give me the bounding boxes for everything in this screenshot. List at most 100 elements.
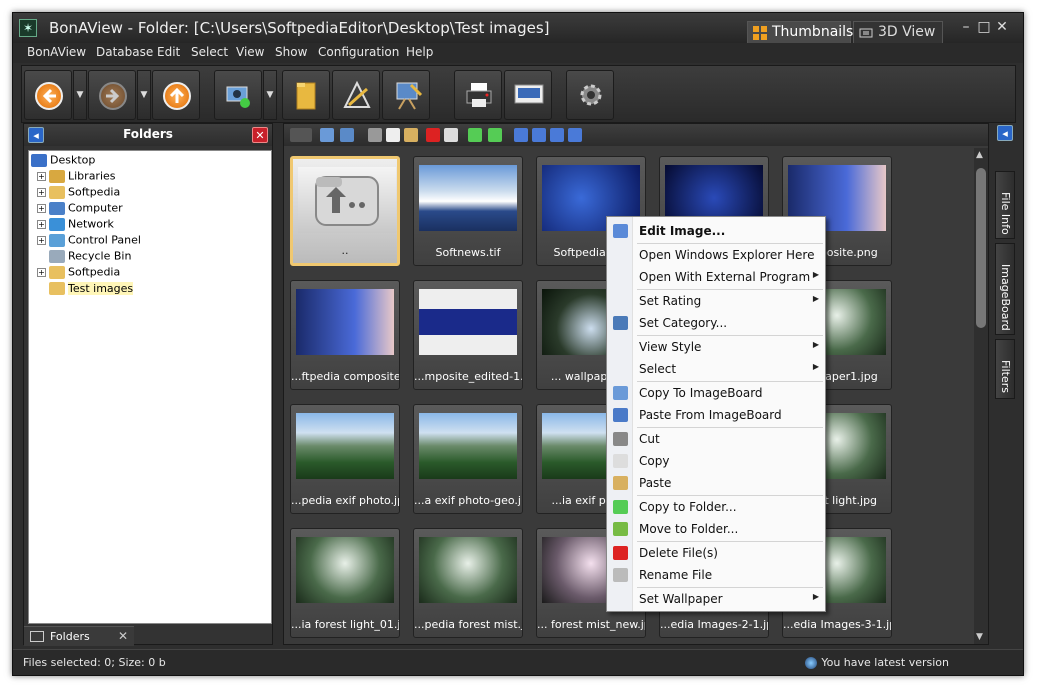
scroll-up-icon[interactable]: ▲ bbox=[976, 150, 983, 160]
thumbnail-item[interactable]: Softnews.tif bbox=[413, 156, 523, 266]
copy-to-imageboard-tool[interactable] bbox=[320, 128, 334, 142]
flip-horizontal-tool[interactable] bbox=[550, 128, 564, 142]
menu-view[interactable]: View bbox=[236, 45, 264, 59]
forward-button[interactable] bbox=[88, 70, 136, 120]
up-button[interactable] bbox=[152, 70, 200, 120]
tree-item[interactable]: Test images bbox=[37, 281, 134, 297]
context-menu-item[interactable]: Rename File bbox=[607, 564, 825, 586]
scan-button[interactable] bbox=[504, 70, 552, 120]
menu-bonaview[interactable]: BonAView bbox=[27, 45, 86, 59]
thumbnail-item[interactable]: ...ftpedia composite.tif bbox=[290, 280, 400, 390]
menu-edit[interactable]: Edit bbox=[157, 45, 180, 59]
tree-expander-icon[interactable] bbox=[37, 284, 46, 293]
side-tab-filters[interactable]: Filters bbox=[995, 339, 1015, 399]
context-menu-item[interactable]: Set Wallpaper ▶ bbox=[607, 588, 825, 610]
import-dropdown-button[interactable]: ▼ bbox=[263, 70, 277, 120]
back-button[interactable] bbox=[24, 70, 72, 120]
selection-status: Files selected: 0; Size: 0 b bbox=[23, 656, 166, 669]
menu-help[interactable]: Help bbox=[406, 45, 433, 59]
tree-expander-icon[interactable]: + bbox=[37, 235, 46, 245]
close-panel-button[interactable]: ✕ bbox=[252, 127, 268, 143]
context-menu-item[interactable]: Copy to Folder... bbox=[607, 496, 825, 518]
scroll-down-icon[interactable]: ▼ bbox=[976, 632, 983, 642]
close-button[interactable]: ✕ bbox=[993, 19, 1011, 35]
context-menu-item[interactable]: Copy To ImageBoard bbox=[607, 382, 825, 404]
tree-expander-icon[interactable] bbox=[37, 252, 46, 261]
context-menu-item[interactable]: Delete File(s) bbox=[607, 542, 825, 564]
tree-item[interactable]: Desktop bbox=[31, 153, 95, 169]
cut-tool[interactable] bbox=[368, 128, 382, 142]
flip-vertical-tool[interactable] bbox=[568, 128, 582, 142]
minimize-button[interactable]: – bbox=[957, 19, 975, 35]
copy-to-folder-tool[interactable] bbox=[468, 128, 482, 142]
maximize-button[interactable]: □ bbox=[975, 19, 993, 35]
paste-tool[interactable] bbox=[404, 128, 418, 142]
rotate-left-tool[interactable] bbox=[514, 128, 528, 142]
move-to-folder-tool[interactable] bbox=[488, 128, 502, 142]
tree-item[interactable]: + Network bbox=[37, 217, 114, 233]
context-menu-item[interactable]: Paste bbox=[607, 472, 825, 494]
back-dropdown-button[interactable]: ▼ bbox=[73, 70, 87, 120]
delete-tool[interactable] bbox=[426, 128, 440, 142]
tree-expander-icon[interactable]: + bbox=[37, 267, 46, 277]
tree-expander-icon[interactable]: + bbox=[37, 219, 46, 229]
view-mode-button[interactable] bbox=[290, 128, 312, 142]
import-button[interactable] bbox=[214, 70, 262, 120]
close-tab-icon[interactable]: ✕ bbox=[118, 629, 128, 643]
context-menu-item[interactable]: View Style ▶ bbox=[607, 336, 825, 358]
expand-side-panel-button[interactable]: ◂ bbox=[997, 125, 1013, 141]
vertical-scrollbar[interactable]: ▲ ▼ bbox=[974, 148, 988, 644]
tab-thumbnails[interactable]: Thumbnails bbox=[747, 21, 853, 43]
side-panel-strip: ◂ File Info ImageBoard Filters bbox=[993, 123, 1017, 645]
open-folder-button[interactable] bbox=[282, 70, 330, 120]
paint-button[interactable] bbox=[382, 70, 430, 120]
folders-footer-tab[interactable]: Folders ✕ bbox=[24, 626, 134, 646]
context-menu-item[interactable]: Set Category... bbox=[607, 312, 825, 334]
copy-tool[interactable] bbox=[386, 128, 400, 142]
context-menu-item[interactable]: Open Windows Explorer Here bbox=[607, 244, 825, 266]
menu-configuration[interactable]: Configuration bbox=[318, 45, 399, 59]
context-menu-item[interactable]: Select ▶ bbox=[607, 358, 825, 380]
thumbnail-item[interactable]: ...pedia forest mist.jpg bbox=[413, 528, 523, 638]
side-tab-imageboard[interactable]: ImageBoard bbox=[995, 243, 1015, 335]
thumbnail-item[interactable]: .. bbox=[290, 156, 400, 266]
context-menu-item[interactable]: Set Rating ▶ bbox=[607, 290, 825, 312]
context-menu-item[interactable]: Copy bbox=[607, 450, 825, 472]
menu-database[interactable]: Database bbox=[96, 45, 153, 59]
forward-dropdown-button[interactable]: ▼ bbox=[137, 70, 151, 120]
tree-item[interactable]: + Softpedia bbox=[37, 265, 120, 281]
app-icon: ✶ bbox=[19, 19, 37, 37]
tree-item[interactable]: + Computer bbox=[37, 201, 123, 217]
context-menu-item[interactable]: Move to Folder... bbox=[607, 518, 825, 540]
tab-3d-view[interactable]: 3D View bbox=[853, 21, 943, 43]
tree-expander-icon[interactable]: + bbox=[37, 203, 46, 213]
menu-show[interactable]: Show bbox=[275, 45, 307, 59]
context-menu-item[interactable]: Open With External Program ▶ bbox=[607, 266, 825, 288]
thumbnail-caption: ...pedia exif photo.jpg bbox=[291, 494, 399, 507]
print-button[interactable] bbox=[454, 70, 502, 120]
tree-item[interactable]: + Control Panel bbox=[37, 233, 141, 249]
menu-select[interactable]: Select bbox=[191, 45, 228, 59]
tree-item[interactable]: Recycle Bin bbox=[37, 249, 131, 265]
tree-expander-icon[interactable]: + bbox=[37, 171, 46, 181]
rename-tool[interactable] bbox=[444, 128, 458, 142]
settings-button[interactable] bbox=[566, 70, 614, 120]
thumbnail-item[interactable]: ...a exif photo-geo.jpg bbox=[413, 404, 523, 514]
context-menu-item-label: Set Rating bbox=[639, 294, 702, 308]
context-menu-item[interactable]: Cut bbox=[607, 428, 825, 450]
context-menu-item[interactable]: Paste From ImageBoard bbox=[607, 404, 825, 426]
thumbnail-caption: Softnews.tif bbox=[435, 246, 501, 259]
compare-button[interactable] bbox=[332, 70, 380, 120]
side-tab-file-info[interactable]: File Info bbox=[995, 171, 1015, 239]
rotate-right-tool[interactable] bbox=[532, 128, 546, 142]
tree-expander-icon[interactable]: + bbox=[37, 187, 46, 197]
tree-item[interactable]: + Libraries bbox=[37, 169, 116, 185]
thumbnail-item[interactable]: ...pedia exif photo.jpg bbox=[290, 404, 400, 514]
window-controls: – □ ✕ bbox=[957, 19, 1017, 35]
context-menu-item[interactable]: Edit Image... bbox=[607, 220, 825, 242]
paste-from-imageboard-tool[interactable] bbox=[340, 128, 354, 142]
tree-item[interactable]: + Softpedia bbox=[37, 185, 120, 201]
thumbnail-item[interactable]: ...mposite_edited-1.tif bbox=[413, 280, 523, 390]
scrollbar-thumb[interactable] bbox=[976, 168, 986, 328]
thumbnail-item[interactable]: ...ia forest light_01.jpg bbox=[290, 528, 400, 638]
